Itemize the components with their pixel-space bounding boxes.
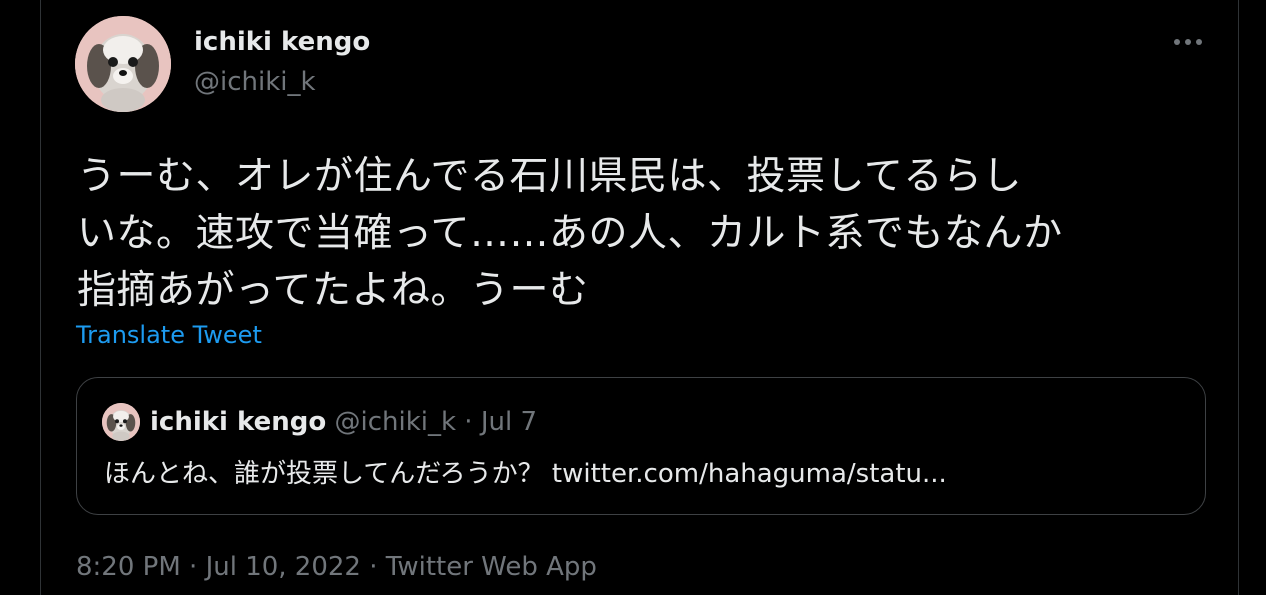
author-avatar[interactable] — [75, 16, 171, 112]
more-horizontal-icon — [1174, 39, 1202, 45]
meta-separator: · — [360, 552, 386, 582]
tweet-metadata: 8:20 PM · Jul 10, 2022 · Twitter Web App — [76, 552, 597, 582]
tweet-time[interactable]: 8:20 PM — [76, 552, 181, 582]
quoted-author-handle: @ichiki_k — [334, 407, 457, 437]
tweet-source-link[interactable]: Twitter Web App — [386, 552, 597, 582]
tweet-text-line: うーむ、オレが住んでる石川県民は、投票してるらし — [77, 154, 1022, 199]
tweet-text: うーむ、オレが住んでる石川県民は、投票してるらし いな。速攻で当確って……あの人… — [77, 148, 1207, 319]
meta-separator: · — [180, 552, 206, 582]
dog-avatar-icon — [75, 16, 171, 112]
quoted-tweet-card[interactable]: ichiki kengo @ichiki_k · Jul 7 ほんとね、誰が投票… — [76, 377, 1206, 515]
tweet-date[interactable]: Jul 10, 2022 — [206, 552, 361, 582]
dog-avatar-icon — [102, 403, 140, 441]
tweet-text-line: 指摘あがってたよね。うーむ — [77, 268, 589, 313]
quoted-separator: · — [456, 407, 481, 437]
translate-tweet-link[interactable]: Translate Tweet — [76, 321, 262, 349]
quoted-author-avatar — [102, 403, 140, 441]
author-handle[interactable]: @ichiki_k — [194, 67, 316, 97]
quoted-author-display-name: ichiki kengo — [150, 407, 327, 437]
quoted-tweet-header: ichiki kengo @ichiki_k · Jul 7 — [150, 407, 537, 437]
author-display-name[interactable]: ichiki kengo — [194, 27, 370, 57]
tweet-text-line: いな。速攻で当確って……あの人、カルト系でもなんか — [77, 211, 1063, 256]
quoted-tweet-date: Jul 7 — [480, 407, 538, 437]
more-options-button[interactable] — [1166, 26, 1210, 58]
quoted-tweet-text: ほんとね、誰が投票してんだろうか？ twitter.com/hahaguma/s… — [104, 459, 947, 489]
